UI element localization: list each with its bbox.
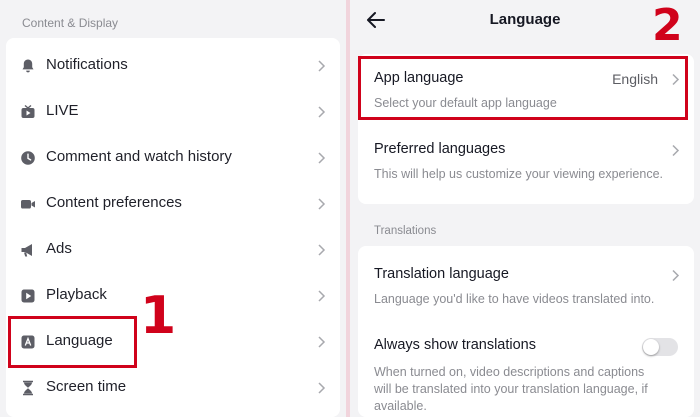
always-show-title: Always show translations bbox=[374, 337, 536, 353]
chevron-right-icon bbox=[672, 269, 680, 282]
menu-label: Playback bbox=[46, 286, 107, 303]
live-tv-icon bbox=[21, 104, 35, 118]
translations-header: Translations bbox=[374, 225, 437, 237]
menu-item-screen-time[interactable]: Screen time bbox=[6, 365, 340, 411]
bell-icon bbox=[22, 59, 34, 73]
chevron-right-icon bbox=[318, 336, 326, 348]
section-title: Content & Display bbox=[22, 16, 119, 30]
translation-language-row[interactable]: Translation language Language you'd like… bbox=[358, 246, 694, 316]
chevron-right-icon bbox=[318, 152, 326, 164]
menu-label: Screen time bbox=[46, 378, 127, 395]
clock-icon bbox=[21, 151, 35, 165]
step-number-1: 1 bbox=[140, 286, 177, 346]
language-panel: Language 2 App language English Select y… bbox=[350, 0, 700, 417]
menu-item-comment-watch-history[interactable]: Comment and watch history bbox=[6, 135, 340, 181]
menu-item-ads[interactable]: Ads bbox=[6, 227, 340, 273]
menu-item-live[interactable]: LIVE bbox=[6, 89, 340, 135]
preferred-languages-title: Preferred languages bbox=[374, 141, 506, 157]
step-number-2: 2 bbox=[652, 0, 683, 51]
menu-label: Comment and watch history bbox=[46, 148, 232, 165]
megaphone-icon bbox=[21, 244, 32, 257]
chevron-right-icon bbox=[318, 244, 326, 256]
language-highlight-box bbox=[8, 316, 137, 368]
chevron-right-icon bbox=[318, 290, 326, 302]
settings-panel: Content & Display Notifications LIVE Com… bbox=[0, 0, 346, 417]
chevron-right-icon bbox=[318, 106, 326, 118]
play-icon bbox=[21, 289, 35, 303]
chevron-right-icon bbox=[318, 198, 326, 210]
always-show-toggle[interactable] bbox=[642, 338, 678, 356]
menu-label: Notifications bbox=[46, 56, 128, 73]
subtitle-line: When turned on, video descriptions and c… bbox=[374, 365, 645, 379]
always-show-subtitle: When turned on, video descriptions and c… bbox=[374, 364, 648, 415]
menu-label: Content preferences bbox=[46, 194, 182, 211]
page-title: Language bbox=[489, 11, 561, 28]
hourglass-icon bbox=[23, 380, 33, 396]
translations-card: Translation language Language you'd like… bbox=[358, 246, 694, 417]
preferred-languages-subtitle: This will help us customize your viewing… bbox=[374, 167, 664, 181]
preferred-languages-row[interactable]: Preferred languages This will help us cu… bbox=[358, 126, 694, 198]
video-camera-icon bbox=[21, 200, 35, 209]
menu-item-notifications[interactable]: Notifications bbox=[6, 43, 340, 89]
subtitle-line: will be translated into your translation… bbox=[374, 382, 648, 396]
menu-item-content-preferences[interactable]: Content preferences bbox=[6, 181, 340, 227]
chevron-right-icon bbox=[318, 382, 326, 394]
menu-label: Ads bbox=[46, 240, 72, 257]
translation-language-title: Translation language bbox=[374, 266, 509, 282]
translation-language-subtitle: Language you'd like to have videos trans… bbox=[374, 292, 655, 306]
menu-label: LIVE bbox=[46, 102, 79, 119]
chevron-right-icon bbox=[318, 60, 326, 72]
subtitle-line: available. bbox=[374, 399, 427, 413]
app-language-highlight-box bbox=[358, 56, 688, 120]
always-show-translations-row: Always show translations When turned on,… bbox=[358, 324, 694, 417]
top-bar: Language bbox=[350, 0, 700, 40]
toggle-knob bbox=[643, 339, 659, 355]
chevron-right-icon bbox=[672, 144, 680, 157]
